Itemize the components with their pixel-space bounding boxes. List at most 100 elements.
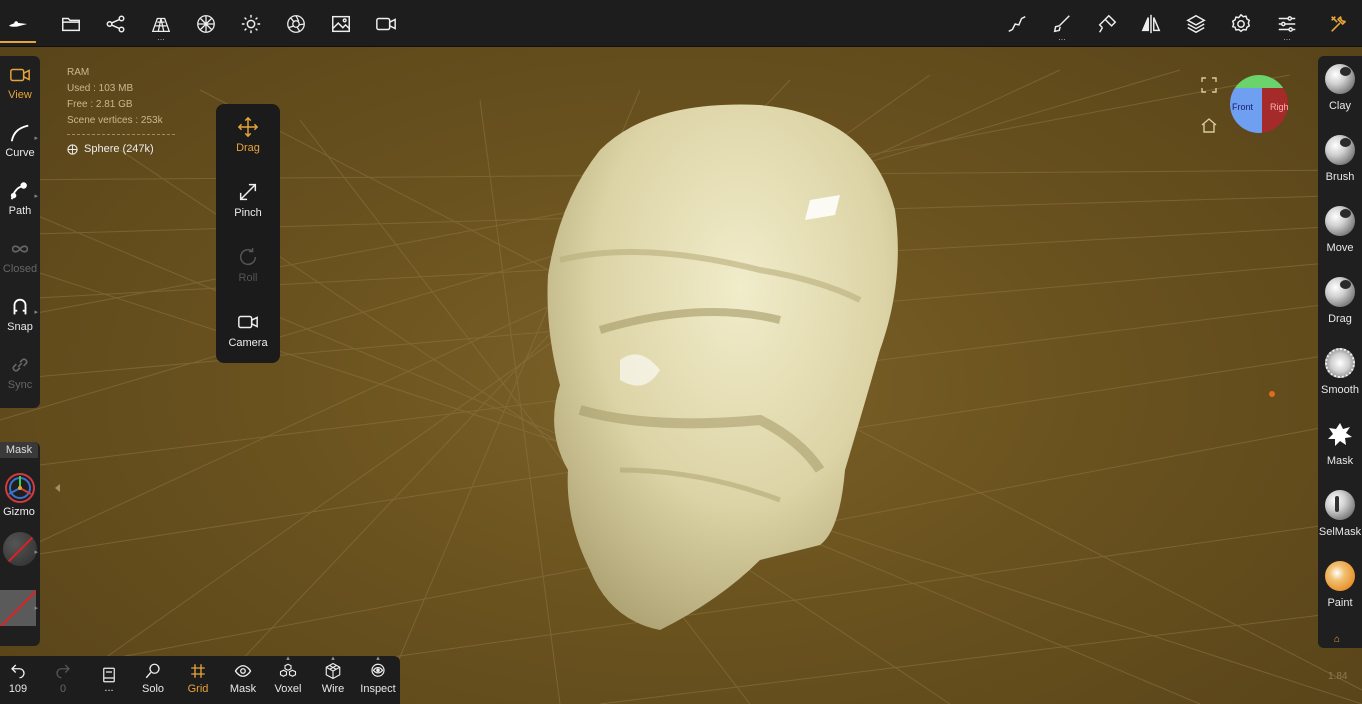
submenu-arrow-icon: ▸ xyxy=(34,193,38,200)
image-background-icon[interactable] xyxy=(327,10,355,38)
floor-grid xyxy=(0,69,1362,704)
wire-button[interactable]: ▴ Wire xyxy=(311,655,355,704)
voxel-icon xyxy=(279,663,297,677)
left-lower-panel: Gizmo ▸ ▸ xyxy=(0,442,40,646)
material-swatch-square[interactable] xyxy=(0,590,36,626)
eye-icon xyxy=(234,665,252,677)
brush-paint[interactable]: Paint xyxy=(1318,553,1362,623)
redo-icon xyxy=(56,664,70,679)
move-arrows-icon xyxy=(237,116,259,138)
closed-toggle[interactable]: Closed xyxy=(0,230,40,286)
cube-front-label: Front xyxy=(1232,102,1254,112)
scene-vertices: Scene vertices : 253k xyxy=(67,115,163,126)
curve-tool[interactable]: ▸ Curve xyxy=(0,114,40,170)
grid-icon xyxy=(191,664,205,678)
home-icon[interactable] xyxy=(1200,116,1218,134)
settings-gear-icon[interactable] xyxy=(1227,10,1255,38)
inspect-icon xyxy=(371,663,385,677)
undo-button[interactable]: 109 xyxy=(0,656,40,704)
active-tab-indicator xyxy=(0,41,36,43)
rotate-icon xyxy=(240,247,257,266)
brush-drag-label: Drag xyxy=(1328,313,1352,325)
camera-mode-option[interactable]: Camera xyxy=(216,299,280,361)
notebook-dots: ... xyxy=(104,682,114,694)
paint-tool-icon[interactable] xyxy=(1093,10,1121,38)
brush-mask-label: Mask xyxy=(1326,455,1354,467)
sculpted-head-model[interactable] xyxy=(547,104,898,630)
wireframe-icon xyxy=(325,662,341,680)
wire-label: Wire xyxy=(321,683,345,695)
pinch-mode-label: Pinch xyxy=(234,207,262,219)
sliders-icon[interactable]: ... xyxy=(1273,10,1301,42)
move-brush-icon xyxy=(1325,206,1355,236)
view-tool[interactable]: View xyxy=(0,56,40,112)
brush-selmask-label: SelMask xyxy=(1318,526,1362,538)
brush-move-label: Move xyxy=(1326,242,1354,254)
logo-icon[interactable] xyxy=(4,10,32,38)
active-object-name: Sphere (247k) xyxy=(84,143,154,155)
inspect-button[interactable]: ▴ Inspect xyxy=(356,655,400,704)
curve-tool-label: Curve xyxy=(5,147,35,159)
voxel-button[interactable]: ▴ Voxel xyxy=(266,655,310,704)
ram-used: Used : 103 MB xyxy=(67,83,134,94)
color-swatch-circle[interactable] xyxy=(3,532,37,566)
grid-button[interactable]: Grid xyxy=(176,656,220,704)
inspect-label: Inspect xyxy=(360,683,396,695)
path-tool[interactable]: ▸ Path xyxy=(0,172,40,228)
caret-up-icon: ▴ xyxy=(286,655,290,662)
paint-brush-icon xyxy=(1325,561,1355,591)
brush-selmask[interactable]: SelMask xyxy=(1318,482,1362,552)
brush-smooth[interactable]: Smooth xyxy=(1318,340,1362,410)
pinch-mode-option[interactable]: Pinch xyxy=(216,169,280,231)
active-object[interactable]: Sphere (247k) xyxy=(67,141,175,157)
voxel-label: Voxel xyxy=(274,683,302,695)
stroke-icon[interactable] xyxy=(1003,10,1031,38)
mask-visibility-button[interactable]: Mask xyxy=(221,656,265,704)
brush-settings-icon[interactable]: ... xyxy=(1048,10,1076,42)
sphere-icon xyxy=(67,143,78,155)
notebook-button[interactable]: ... xyxy=(87,656,131,704)
drag-brush-icon xyxy=(1325,277,1355,307)
sync-toggle[interactable]: Sync xyxy=(0,346,40,402)
solo-button[interactable]: Solo xyxy=(131,656,175,704)
camera-settings-icon[interactable] xyxy=(282,10,310,38)
gizmo-icon[interactable] xyxy=(2,470,38,506)
topology-icon[interactable]: ... xyxy=(147,10,175,42)
view-cube[interactable]: Front Righ xyxy=(1228,74,1290,134)
layers-icon[interactable] xyxy=(1182,10,1210,38)
brush-clay[interactable]: Clay xyxy=(1318,56,1362,126)
caret-up-icon: ▴ xyxy=(376,655,380,662)
caret-up-icon: ▴ xyxy=(331,655,335,662)
brush-standard[interactable]: Brush xyxy=(1318,127,1362,197)
brush-move[interactable]: Move xyxy=(1318,198,1362,268)
frame-selection-icon[interactable] xyxy=(1200,76,1218,94)
mask-visibility-label: Mask xyxy=(229,683,257,695)
brush-mask[interactable]: Mask xyxy=(1318,411,1362,481)
mask-tab[interactable]: Mask xyxy=(0,442,38,458)
symmetry-icon[interactable] xyxy=(1137,10,1165,38)
video-camera-icon[interactable] xyxy=(372,10,400,38)
roll-mode-option[interactable]: Roll xyxy=(216,234,280,296)
3d-viewport[interactable] xyxy=(0,0,1362,704)
video-camera-icon xyxy=(238,315,258,329)
app-root: ... ... ... View ▸ Curve ▸ Path Closed ▸… xyxy=(0,0,1362,704)
light-position-dot[interactable] xyxy=(1269,391,1275,397)
brush-clay-label: Clay xyxy=(1328,100,1351,112)
snap-tool[interactable]: ▸ Snap xyxy=(0,288,40,344)
material-sphere-icon[interactable] xyxy=(192,10,220,38)
redo-button[interactable]: 0 xyxy=(41,656,85,704)
selmask-brush-icon xyxy=(1325,490,1355,520)
scroll-up-icon[interactable]: ⌂ xyxy=(1334,634,1340,645)
stats-divider xyxy=(67,134,175,135)
snap-tool-label: Snap xyxy=(7,321,33,333)
light-icon[interactable] xyxy=(237,10,265,38)
tools-icon[interactable] xyxy=(1325,10,1353,38)
scene-tree-icon[interactable] xyxy=(102,10,130,38)
more-dots: ... xyxy=(1283,32,1291,42)
drag-mode-label: Drag xyxy=(236,142,260,154)
drag-mode-option[interactable]: Drag xyxy=(216,104,280,166)
brush-paint-label: Paint xyxy=(1327,597,1353,609)
brush-drag[interactable]: Drag xyxy=(1318,269,1362,339)
folder-icon[interactable] xyxy=(57,10,85,38)
closed-toggle-label: Closed xyxy=(2,263,38,275)
